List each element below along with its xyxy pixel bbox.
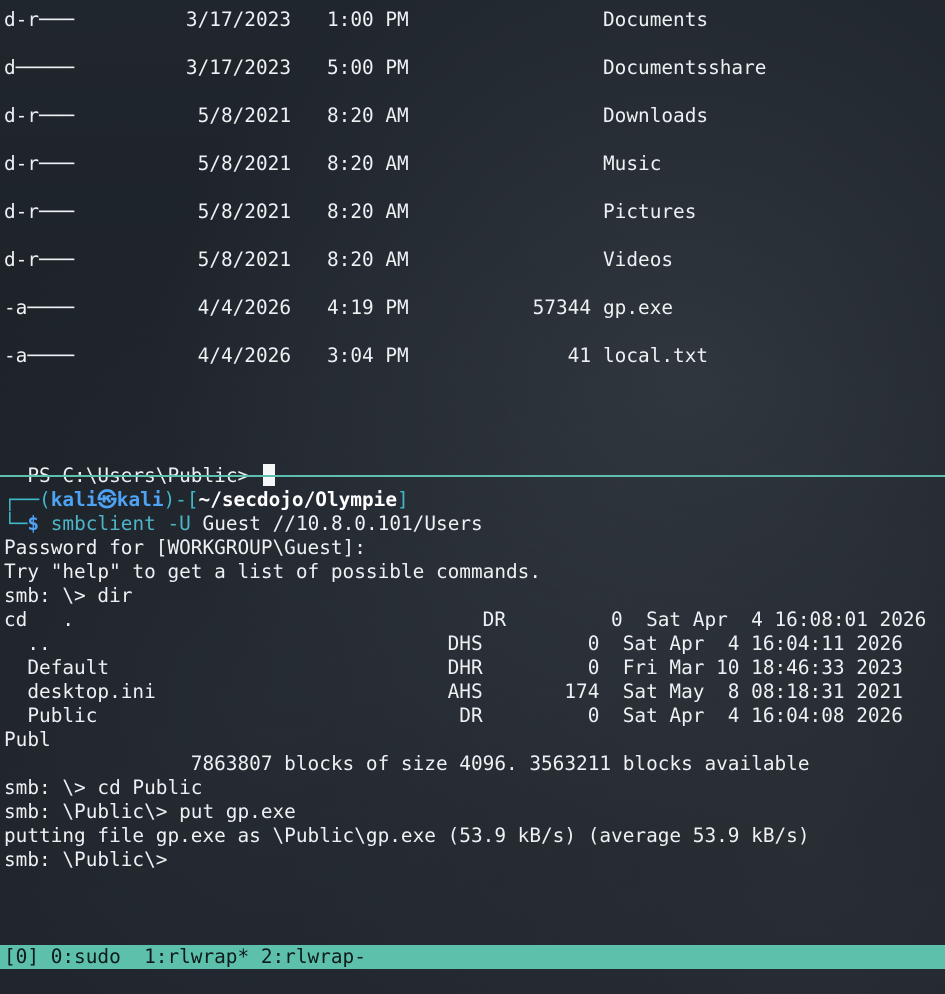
time-cell: 8:20 AM: [327, 104, 409, 127]
name-cell: Downloads: [603, 104, 709, 127]
listing-row: d-r─── 5/8/2021 8:20 AM Pictures: [0, 200, 945, 224]
listing-row: d───── 3/17/2023 5:00 PM Documentsshare: [0, 56, 945, 80]
date-cell: 4/4/2026: [197, 344, 291, 367]
powershell-prompt-line[interactable]: PS C:\Users\Public>: [4, 440, 275, 487]
name-cell: Pictures: [603, 200, 697, 223]
listing-row: d-r─── 5/8/2021 8:20 AM Music: [0, 152, 945, 176]
output-line: smb: \> dir: [4, 584, 133, 607]
shell-prompt-line2: └─$ smbclient -U Guest //10.8.0.101/User…: [4, 512, 483, 536]
time-cell: 1:00 PM: [327, 8, 409, 31]
mode-cell: -a────: [4, 296, 75, 319]
date-cell: 5/8/2021: [197, 248, 291, 271]
pane-divider[interactable]: [0, 475, 945, 477]
date-cell: 4/4/2026: [197, 296, 291, 319]
output-line: .. DHS 0 Sat Apr 4 16:04:11 2026: [4, 632, 903, 655]
output-line: Publ: [4, 728, 51, 751]
listing-row: -a──── 4/4/2026 4:19 PM 57344 gp.exe: [0, 296, 945, 320]
date-cell: 3/17/2023: [185, 8, 291, 31]
date-cell: 5/8/2021: [197, 104, 291, 127]
output-line: 7863807 blocks of size 4096. 3563211 blo…: [4, 752, 810, 775]
prompt-host: kali: [116, 488, 164, 511]
name-cell: Music: [603, 152, 662, 175]
prompt-frame-mid: )-[: [163, 488, 199, 511]
time-cell: 8:20 AM: [327, 200, 409, 223]
output-line: smb: \> cd Public: [4, 776, 203, 799]
mode-cell: -a────: [4, 344, 75, 367]
mode-cell: d-r───: [4, 152, 75, 175]
output-line: Default DHR 0 Fri Mar 10 18:46:33 2023: [4, 656, 903, 679]
size-cell: 57344: [532, 296, 591, 319]
listing-row: d-r─── 3/17/2023 1:00 PM Documents: [0, 8, 945, 32]
date-cell: 5/8/2021: [197, 152, 291, 175]
output-line: smb: \Public\>: [4, 848, 168, 871]
output-line: putting file gp.exe as \Public\gp.exe (5…: [4, 824, 810, 847]
size-cell: 41: [567, 344, 591, 367]
listing-row: -a──── 4/4/2026 3:04 PM 41 local.txt: [0, 344, 945, 368]
output-line: Public DR 0 Sat Apr 4 16:04:08 2026: [4, 704, 903, 727]
listing-row: d-r─── 5/8/2021 8:20 AM Videos: [0, 248, 945, 272]
date-cell: 5/8/2021: [197, 200, 291, 223]
time-cell: 8:20 AM: [327, 152, 409, 175]
output-line: Try "help" to get a list of possible com…: [4, 560, 542, 583]
name-cell: local.txt: [603, 344, 709, 367]
output-line: Password for [WORKGROUP\Guest]:: [4, 536, 366, 559]
name-cell: Videos: [603, 248, 674, 271]
time-cell: 5:00 PM: [327, 56, 409, 79]
mode-cell: d─────: [4, 56, 75, 79]
mode-cell: d-r───: [4, 248, 75, 271]
listing-row: d-r─── 5/8/2021 8:20 AM Downloads: [0, 104, 945, 128]
tmux-status-bar[interactable]: [0] 0:sudo 1:rlwrap* 2:rlwrap-: [0, 945, 945, 969]
time-cell: 4:19 PM: [327, 296, 409, 319]
prompt-frame-open: ┌──(: [4, 488, 51, 511]
mode-cell: d-r───: [4, 200, 75, 223]
output-line: cd . DR 0 Sat Apr 4 16:08:01 2026: [4, 608, 927, 631]
command-flag: -U: [167, 512, 191, 535]
prompt-dollar: $: [27, 512, 40, 535]
time-cell: 3:04 PM: [327, 344, 409, 367]
output-line: smb: \Public\> put gp.exe: [4, 800, 296, 823]
prompt-frame-close: ]: [397, 488, 409, 511]
command-args: Guest //10.8.0.101/Users: [202, 512, 483, 535]
mode-cell: d-r───: [4, 8, 75, 31]
prompt-user: kali: [50, 488, 98, 511]
output-line: desktop.ini AHS 174 Sat May 8 08:18:31 2…: [4, 680, 903, 703]
prompt-path: ~/secdojo/Olympie: [198, 488, 397, 511]
time-cell: 8:20 AM: [327, 248, 409, 271]
name-cell: gp.exe: [603, 296, 674, 319]
name-cell: Documents: [603, 8, 709, 31]
prompt-at-symbol: ㉿: [97, 488, 117, 511]
name-cell: Documentsshare: [603, 56, 767, 79]
prompt-frame-bottom: └─: [4, 512, 28, 535]
date-cell: 3/17/2023: [185, 56, 291, 79]
mode-cell: d-r───: [4, 104, 75, 127]
command-name: smbclient: [50, 512, 156, 535]
shell-prompt-line1: ┌──(kali㉿kali)-[~/secdojo/Olympie]: [4, 488, 409, 512]
